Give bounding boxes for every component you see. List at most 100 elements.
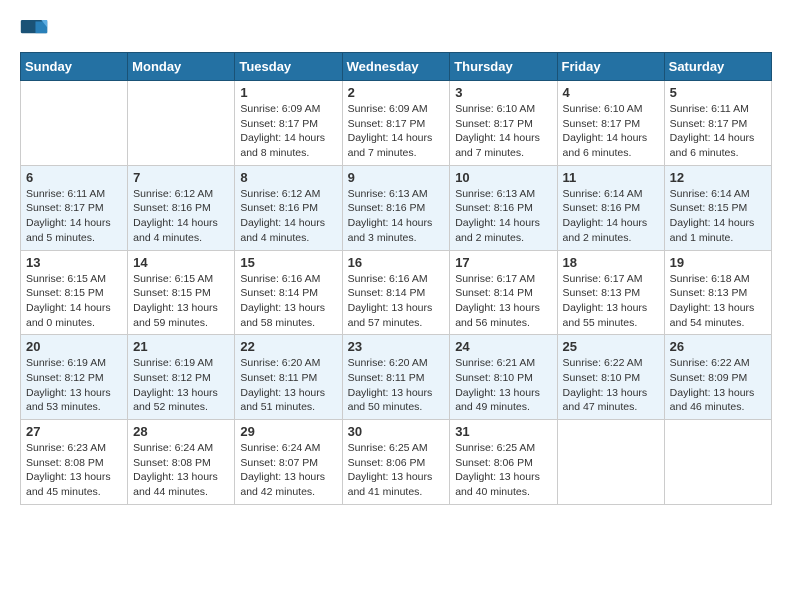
calendar-cell: 26 Sunrise: 6:22 AM Sunset: 8:09 PM Dayli…: [664, 335, 771, 420]
day-info: Sunrise: 6:11 AM Sunset: 8:17 PM Dayligh…: [26, 187, 122, 246]
day-number: 26: [670, 339, 766, 354]
calendar-cell: 13 Sunrise: 6:15 AM Sunset: 8:15 PM Dayli…: [21, 250, 128, 335]
day-info: Sunrise: 6:19 AM Sunset: 8:12 PM Dayligh…: [133, 356, 229, 415]
day-info: Sunrise: 6:15 AM Sunset: 8:15 PM Dayligh…: [133, 272, 229, 331]
day-number: 5: [670, 85, 766, 100]
page-header: [20, 20, 772, 42]
calendar-week-row: 27Sunrise: 6:23 AM Sunset: 8:08 PM Dayli…: [21, 420, 772, 505]
weekday-header-wednesday: Wednesday: [342, 53, 450, 81]
calendar-cell: 5 Sunrise: 6:11 AM Sunset: 8:17 PM Daylig…: [664, 81, 771, 166]
day-info: Sunrise: 6:12 AM Sunset: 8:16 PM Dayligh…: [240, 187, 336, 246]
day-info: Sunrise: 6:20 AM Sunset: 8:11 PM Dayligh…: [240, 356, 336, 415]
day-number: 12: [670, 170, 766, 185]
day-info: Sunrise: 6:25 AM Sunset: 8:06 PM Dayligh…: [348, 441, 445, 500]
calendar-cell: [664, 420, 771, 505]
day-number: 28: [133, 424, 229, 439]
day-number: 14: [133, 255, 229, 270]
day-info: Sunrise: 6:17 AM Sunset: 8:13 PM Dayligh…: [563, 272, 659, 331]
day-number: 30: [348, 424, 445, 439]
day-info: Sunrise: 6:15 AM Sunset: 8:15 PM Dayligh…: [26, 272, 122, 331]
day-number: 25: [563, 339, 659, 354]
day-info: Sunrise: 6:10 AM Sunset: 8:17 PM Dayligh…: [455, 102, 551, 161]
day-info: Sunrise: 6:11 AM Sunset: 8:17 PM Dayligh…: [670, 102, 766, 161]
day-info: Sunrise: 6:09 AM Sunset: 8:17 PM Dayligh…: [240, 102, 336, 161]
calendar-cell: 21 Sunrise: 6:19 AM Sunset: 8:12 PM Dayli…: [128, 335, 235, 420]
calendar-cell: 30 Sunrise: 6:25 AM Sunset: 8:06 PM Dayli…: [342, 420, 450, 505]
day-info: Sunrise: 6:22 AM Sunset: 8:10 PM Dayligh…: [563, 356, 659, 415]
day-number: 2: [348, 85, 445, 100]
weekday-header-monday: Monday: [128, 53, 235, 81]
day-info: Sunrise: 6:18 AM Sunset: 8:13 PM Dayligh…: [670, 272, 766, 331]
day-info: Sunrise: 6:16 AM Sunset: 8:14 PM Dayligh…: [348, 272, 445, 331]
day-number: 6: [26, 170, 122, 185]
calendar-cell: 24Sunrise: 6:21 AM Sunset: 8:10 PM Dayli…: [450, 335, 557, 420]
day-info: Sunrise: 6:13 AM Sunset: 8:16 PM Dayligh…: [455, 187, 551, 246]
calendar-cell: 10 Sunrise: 6:13 AM Sunset: 8:16 PM Dayli…: [450, 165, 557, 250]
weekday-header-tuesday: Tuesday: [235, 53, 342, 81]
calendar-cell: 27Sunrise: 6:23 AM Sunset: 8:08 PM Dayli…: [21, 420, 128, 505]
calendar-cell: [128, 81, 235, 166]
day-number: 15: [240, 255, 336, 270]
calendar-header-row: SundayMondayTuesdayWednesdayThursdayFrid…: [21, 53, 772, 81]
day-info: Sunrise: 6:19 AM Sunset: 8:12 PM Dayligh…: [26, 356, 122, 415]
day-number: 18: [563, 255, 659, 270]
day-number: 21: [133, 339, 229, 354]
calendar-table: SundayMondayTuesdayWednesdayThursdayFrid…: [20, 52, 772, 505]
day-number: 10: [455, 170, 551, 185]
day-number: 16: [348, 255, 445, 270]
calendar-cell: 28 Sunrise: 6:24 AM Sunset: 8:08 PM Dayli…: [128, 420, 235, 505]
day-number: 17: [455, 255, 551, 270]
calendar-cell: 8 Sunrise: 6:12 AM Sunset: 8:16 PM Daylig…: [235, 165, 342, 250]
calendar-cell: 12 Sunrise: 6:14 AM Sunset: 8:15 PM Dayli…: [664, 165, 771, 250]
day-number: 20: [26, 339, 122, 354]
day-info: Sunrise: 6:22 AM Sunset: 8:09 PM Dayligh…: [670, 356, 766, 415]
day-number: 19: [670, 255, 766, 270]
day-number: 9: [348, 170, 445, 185]
day-number: 31: [455, 424, 551, 439]
calendar-cell: 7 Sunrise: 6:12 AM Sunset: 8:16 PM Daylig…: [128, 165, 235, 250]
calendar-week-row: 6 Sunrise: 6:11 AM Sunset: 8:17 PM Daylig…: [21, 165, 772, 250]
day-number: 4: [563, 85, 659, 100]
calendar-cell: 20 Sunrise: 6:19 AM Sunset: 8:12 PM Dayli…: [21, 335, 128, 420]
calendar-cell: 4 Sunrise: 6:10 AM Sunset: 8:17 PM Daylig…: [557, 81, 664, 166]
calendar-cell: [557, 420, 664, 505]
calendar-cell: 9 Sunrise: 6:13 AM Sunset: 8:16 PM Daylig…: [342, 165, 450, 250]
day-number: 29: [240, 424, 336, 439]
calendar-cell: 29 Sunrise: 6:24 AM Sunset: 8:07 PM Dayli…: [235, 420, 342, 505]
day-number: 7: [133, 170, 229, 185]
day-number: 11: [563, 170, 659, 185]
day-number: 22: [240, 339, 336, 354]
day-number: 1: [240, 85, 336, 100]
calendar-week-row: 1 Sunrise: 6:09 AM Sunset: 8:17 PM Daylig…: [21, 81, 772, 166]
calendar-cell: 3 Sunrise: 6:10 AM Sunset: 8:17 PM Daylig…: [450, 81, 557, 166]
day-number: 8: [240, 170, 336, 185]
day-info: Sunrise: 6:10 AM Sunset: 8:17 PM Dayligh…: [563, 102, 659, 161]
day-number: 13: [26, 255, 122, 270]
calendar-cell: 25 Sunrise: 6:22 AM Sunset: 8:10 PM Dayli…: [557, 335, 664, 420]
day-info: Sunrise: 6:24 AM Sunset: 8:07 PM Dayligh…: [240, 441, 336, 500]
calendar-cell: 17 Sunrise: 6:17 AM Sunset: 8:14 PM Dayli…: [450, 250, 557, 335]
day-number: 3: [455, 85, 551, 100]
day-number: 23: [348, 339, 445, 354]
calendar-cell: 23 Sunrise: 6:20 AM Sunset: 8:11 PM Dayli…: [342, 335, 450, 420]
calendar-cell: 19 Sunrise: 6:18 AM Sunset: 8:13 PM Dayli…: [664, 250, 771, 335]
day-info: Sunrise: 6:09 AM Sunset: 8:17 PM Dayligh…: [348, 102, 445, 161]
day-info: Sunrise: 6:14 AM Sunset: 8:15 PM Dayligh…: [670, 187, 766, 246]
calendar-week-row: 13 Sunrise: 6:15 AM Sunset: 8:15 PM Dayli…: [21, 250, 772, 335]
day-info: Sunrise: 6:13 AM Sunset: 8:16 PM Dayligh…: [348, 187, 445, 246]
calendar-week-row: 20 Sunrise: 6:19 AM Sunset: 8:12 PM Dayli…: [21, 335, 772, 420]
day-info: Sunrise: 6:16 AM Sunset: 8:14 PM Dayligh…: [240, 272, 336, 331]
day-info: Sunrise: 6:14 AM Sunset: 8:16 PM Dayligh…: [563, 187, 659, 246]
day-info: Sunrise: 6:24 AM Sunset: 8:08 PM Dayligh…: [133, 441, 229, 500]
day-info: Sunrise: 6:20 AM Sunset: 8:11 PM Dayligh…: [348, 356, 445, 415]
day-info: Sunrise: 6:17 AM Sunset: 8:14 PM Dayligh…: [455, 272, 551, 331]
weekday-header-saturday: Saturday: [664, 53, 771, 81]
calendar-cell: 15 Sunrise: 6:16 AM Sunset: 8:14 PM Dayli…: [235, 250, 342, 335]
day-info: Sunrise: 6:12 AM Sunset: 8:16 PM Dayligh…: [133, 187, 229, 246]
day-number: 27: [26, 424, 122, 439]
weekday-header-sunday: Sunday: [21, 53, 128, 81]
weekday-header-friday: Friday: [557, 53, 664, 81]
weekday-header-thursday: Thursday: [450, 53, 557, 81]
calendar-cell: 16 Sunrise: 6:16 AM Sunset: 8:14 PM Dayli…: [342, 250, 450, 335]
logo: [20, 20, 52, 42]
